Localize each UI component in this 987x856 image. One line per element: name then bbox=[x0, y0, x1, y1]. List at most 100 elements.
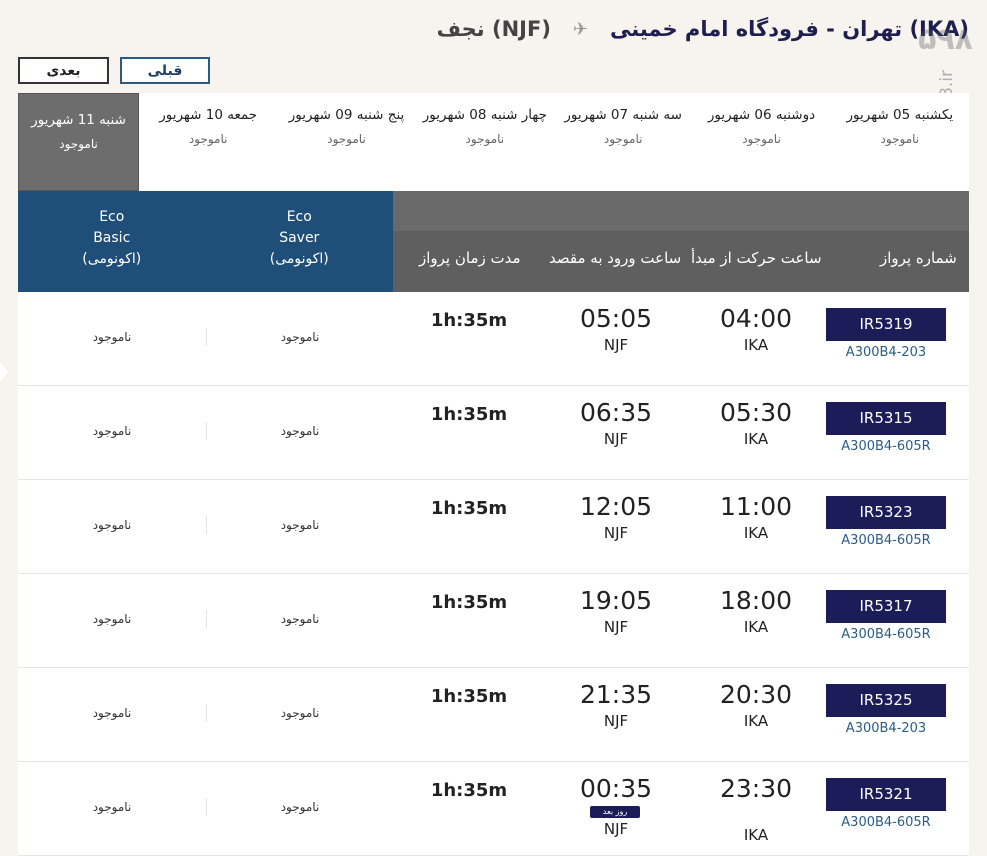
date-tab-status: ناموجود bbox=[880, 132, 920, 146]
fare-subname: Basic bbox=[93, 230, 131, 246]
arrival-time: 12:05 bbox=[579, 492, 653, 521]
date-tab-label: پنج شنبه 09 شهریور bbox=[288, 107, 405, 123]
flight-duration: 1h:35m bbox=[430, 592, 508, 613]
fare-name: Eco bbox=[286, 209, 312, 225]
fare-eco-saver-status: ناموجود bbox=[280, 706, 320, 720]
arrival-time: 06:35 bbox=[579, 398, 653, 427]
date-tab[interactable]: جمعه 10 شهریور ناموجود bbox=[139, 93, 277, 191]
table-header: Eco Basic (اکونومی) Eco Saver (اکونومی) … bbox=[18, 191, 969, 292]
date-tab[interactable]: پنج شنبه 09 شهریور ناموجود bbox=[277, 93, 415, 191]
col-departure: ساعت حرکت از مبدأ bbox=[691, 249, 822, 267]
next-day-badge: روز بعد bbox=[590, 806, 640, 818]
plane-icon: ✈ bbox=[572, 18, 589, 40]
fare-eco-basic-status: ناموجود bbox=[92, 518, 132, 532]
table-row: ناموجود ناموجود 1h:35m 05:05 NJF 04:00 I… bbox=[18, 292, 969, 386]
departure-airport: IKA bbox=[743, 430, 769, 448]
fare-class-headers: Eco Basic (اکونومی) Eco Saver (اکونومی) bbox=[18, 191, 393, 292]
departure-time: 23:30 bbox=[719, 774, 793, 803]
date-tab-status: ناموجود bbox=[465, 132, 505, 146]
side-marker bbox=[0, 362, 8, 382]
col-duration: مدت زمان پرواز bbox=[419, 249, 521, 267]
next-button[interactable]: بعدی bbox=[18, 57, 109, 84]
date-tab-label: دوشنبه 06 شهریور bbox=[707, 107, 816, 123]
flight-duration: 1h:35m bbox=[430, 310, 508, 331]
fare-eco-basic-status: ناموجود bbox=[92, 424, 132, 438]
col-arrival: ساعت ورود به مقصد bbox=[549, 249, 682, 267]
table-row: ناموجود ناموجود 1h:35m 19:05 NJF 18:00 I… bbox=[18, 574, 969, 668]
arrival-airport: NJF bbox=[603, 712, 629, 730]
flight-info-headers: مدت زمان پرواز ساعت ورود به مقصد ساعت حر… bbox=[393, 191, 969, 292]
flight-list: ناموجود ناموجود 1h:35m 05:05 NJF 04:00 I… bbox=[18, 292, 969, 856]
aircraft-type-link[interactable]: A300B4-203 bbox=[826, 345, 946, 360]
arrival-time: 00:35 bbox=[579, 774, 653, 803]
departure-time: 04:00 bbox=[719, 304, 793, 333]
fare-eco-basic-status: ناموجود bbox=[92, 330, 132, 344]
fare-eco-basic-status: ناموجود bbox=[92, 800, 132, 814]
flight-duration: 1h:35m bbox=[430, 686, 508, 707]
date-tab-label: جمعه 10 شهریور bbox=[159, 107, 258, 123]
arrival-airport: NJF bbox=[603, 820, 629, 838]
col-flight-number: شماره پرواز bbox=[880, 249, 957, 267]
date-tab-status: ناموجود bbox=[188, 132, 228, 146]
fare-header-eco-saver: Eco Saver (اکونومی) bbox=[206, 191, 394, 292]
departure-airport: IKA bbox=[743, 618, 769, 636]
fare-eco-saver-status: ناموجود bbox=[280, 330, 320, 344]
arrival-time: 21:35 bbox=[579, 680, 653, 709]
flight-number-badge[interactable]: IR5317 bbox=[826, 590, 946, 623]
arrival-time: 19:05 bbox=[579, 586, 653, 615]
table-row: ناموجود ناموجود 1h:35m 00:35 روز بعد NJF… bbox=[18, 762, 969, 856]
aircraft-type-link[interactable]: A300B4-203 bbox=[826, 721, 946, 736]
date-tab-label: چهار شنبه 08 شهریور bbox=[422, 107, 547, 123]
flight-number-badge[interactable]: IR5325 bbox=[826, 684, 946, 717]
flight-duration: 1h:35m bbox=[430, 780, 508, 801]
date-strip: یکشنبه 05 شهریور ناموجود دوشنبه 06 شهریو… bbox=[18, 93, 969, 191]
origin-label: تهران - فرودگاه امام خمینی (IKA) bbox=[610, 17, 969, 41]
date-tab-label: شنبه 11 شهریور bbox=[31, 112, 126, 128]
departure-airport: IKA bbox=[743, 712, 769, 730]
aircraft-type-link[interactable]: A300B4-605R bbox=[826, 627, 946, 642]
fare-cabin: (اکونومی) bbox=[82, 251, 142, 267]
date-tab-status: ناموجود bbox=[59, 137, 98, 151]
watermark-logo: ۵۹۸ bbox=[918, 22, 973, 57]
fare-eco-basic-status: ناموجود bbox=[92, 706, 132, 720]
date-tab-status: ناموجود bbox=[742, 132, 781, 146]
flight-number-badge[interactable]: IR5323 bbox=[826, 496, 946, 529]
date-tab[interactable]: سه شنبه 07 شهریور ناموجود bbox=[554, 93, 692, 191]
departure-time: 18:00 bbox=[719, 586, 793, 615]
fare-cabin: (اکونومی) bbox=[269, 251, 329, 267]
date-tab[interactable]: دوشنبه 06 شهریور ناموجود bbox=[692, 93, 830, 191]
fare-eco-saver-status: ناموجود bbox=[280, 612, 320, 626]
flight-duration: 1h:35m bbox=[430, 404, 508, 425]
aircraft-type-link[interactable]: A300B4-605R bbox=[826, 815, 946, 830]
arrival-airport: NJF bbox=[603, 618, 629, 636]
flight-number-badge[interactable]: IR5319 bbox=[826, 308, 946, 341]
aircraft-type-link[interactable]: A300B4-605R bbox=[826, 439, 946, 454]
fare-eco-saver-status: ناموجود bbox=[280, 424, 320, 438]
departure-time: 11:00 bbox=[719, 492, 793, 521]
date-tab-label: سه شنبه 07 شهریور bbox=[564, 107, 682, 123]
arrival-time: 05:05 bbox=[579, 304, 653, 333]
fare-eco-basic-status: ناموجود bbox=[92, 612, 132, 626]
previous-button[interactable]: قبلی bbox=[120, 57, 210, 84]
flight-number-badge[interactable]: IR5321 bbox=[826, 778, 946, 811]
aircraft-type-link[interactable]: A300B4-605R bbox=[826, 533, 946, 548]
arrival-airport: NJF bbox=[603, 524, 629, 542]
arrival-airport: NJF bbox=[603, 430, 629, 448]
table-row: ناموجود ناموجود 1h:35m 06:35 NJF 05:30 I… bbox=[18, 386, 969, 480]
date-tab[interactable]: یکشنبه 05 شهریور ناموجود bbox=[831, 93, 969, 191]
table-row: ناموجود ناموجود 1h:35m 21:35 NJF 20:30 I… bbox=[18, 668, 969, 762]
flight-number-badge[interactable]: IR5315 bbox=[826, 402, 946, 435]
date-tab-selected[interactable]: شنبه 11 شهریور ناموجود bbox=[18, 93, 140, 191]
table-row: ناموجود ناموجود 1h:35m 12:05 NJF 11:00 I… bbox=[18, 480, 969, 574]
fare-name: Eco bbox=[99, 209, 125, 225]
route-title: تهران - فرودگاه امام خمینی (IKA) ✈ نجف (… bbox=[437, 14, 969, 44]
fare-eco-saver-status: ناموجود bbox=[280, 518, 320, 532]
flight-duration: 1h:35m bbox=[430, 498, 508, 519]
departure-time: 20:30 bbox=[719, 680, 793, 709]
date-tab-status: ناموجود bbox=[603, 132, 643, 146]
destination-label: نجف (NJF) bbox=[436, 17, 551, 41]
fare-subname: Saver bbox=[279, 230, 320, 246]
fare-header-eco-basic: Eco Basic (اکونومی) bbox=[18, 191, 206, 292]
departure-airport: IKA bbox=[743, 524, 769, 542]
date-tab[interactable]: چهار شنبه 08 شهریور ناموجود bbox=[416, 93, 554, 191]
